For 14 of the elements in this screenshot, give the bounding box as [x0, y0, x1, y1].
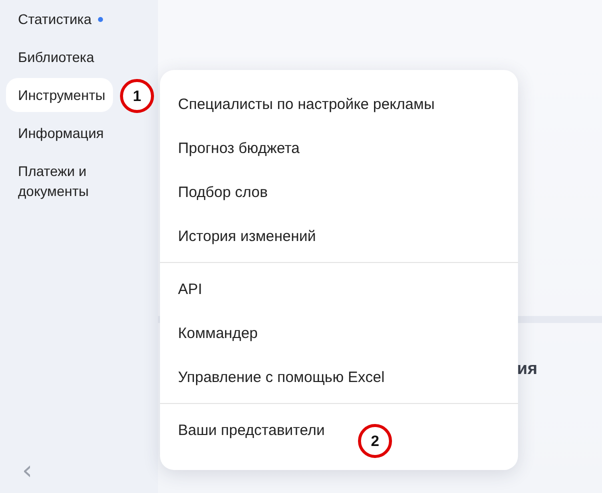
sidebar-item[interactable]: Статистика — [6, 2, 111, 36]
menu-item[interactable]: Прогноз бюджета — [160, 126, 318, 170]
menu-item[interactable]: Подбор слов — [160, 170, 286, 214]
menu-item[interactable]: Управление с помощью Excel — [160, 355, 403, 399]
sidebar-item[interactable]: Информация — [6, 116, 112, 150]
menu-item[interactable]: Специалисты по настройке рекламы — [160, 82, 453, 126]
menu-item[interactable]: История изменений — [160, 214, 334, 258]
sidebar-item[interactable]: Инструменты — [6, 78, 114, 112]
sidebar-item[interactable]: Платежи и документы — [6, 154, 152, 208]
menu-item[interactable]: API — [160, 267, 220, 311]
sidebar-item[interactable]: Библиотека — [6, 40, 102, 74]
section-heading: ия — [517, 359, 538, 379]
menu-item[interactable]: Коммандер — [160, 311, 276, 355]
menu-item[interactable]: Ваши представители — [160, 408, 343, 452]
